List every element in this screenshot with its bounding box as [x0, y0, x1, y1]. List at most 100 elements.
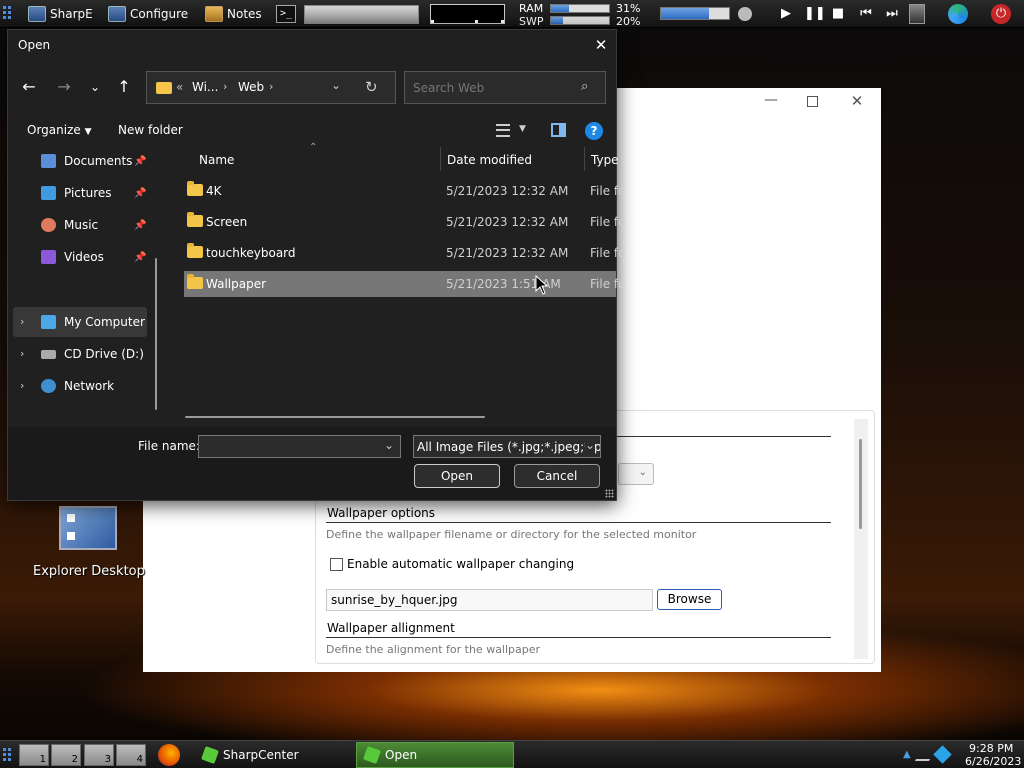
column-divider[interactable]	[440, 147, 441, 171]
app-sharpe-label: SharpE	[50, 7, 93, 21]
swp-meter	[550, 16, 610, 25]
column-header-name[interactable]: Name	[199, 153, 234, 167]
sidebar-item-network[interactable]: Network	[41, 372, 114, 400]
caret-down-icon[interactable]: ▼	[519, 124, 526, 134]
browse-button[interactable]: Browse	[657, 589, 722, 610]
breadcrumb-part1[interactable]: Wi...	[192, 80, 218, 94]
expand-chevron-icon[interactable]: ›	[20, 315, 24, 328]
breadcrumb-part2[interactable]: Web	[238, 80, 264, 94]
workspace-3[interactable]: 3	[84, 744, 114, 766]
speaker-icon[interactable]	[738, 7, 752, 21]
forward-arrow-icon[interactable]: →	[52, 75, 76, 99]
tray-expand-icon[interactable]: ▲	[903, 749, 911, 760]
workspace-1[interactable]: 1	[19, 744, 49, 766]
volume-bar[interactable]	[660, 7, 730, 20]
workspace-2[interactable]: 2	[51, 744, 81, 766]
address-bar[interactable]: « Wi... › Web › ⌄ ↻	[146, 71, 396, 104]
edge-icon[interactable]	[948, 4, 968, 24]
firefox-icon[interactable]	[158, 744, 180, 766]
column-header-date[interactable]: Date modified	[447, 153, 532, 167]
grid-menu-icon[interactable]	[3, 748, 15, 764]
panel-scrollbar[interactable]	[854, 419, 868, 659]
file-name: Screen	[206, 215, 248, 229]
app-configure[interactable]: Configure	[108, 4, 188, 24]
table-row[interactable]: touchkeyboard 5/21/2023 12:32 AM File fo	[184, 240, 625, 266]
new-folder-button[interactable]: New folder	[118, 123, 183, 137]
sidebar-item-label: Videos	[64, 250, 104, 264]
sidebar-item-videos[interactable]: Videos	[41, 243, 104, 271]
expand-chevron-icon[interactable]: ›	[20, 379, 24, 392]
usb-icon[interactable]	[909, 4, 925, 24]
app-notes[interactable]: Notes	[205, 4, 262, 24]
view-options-icon[interactable]	[496, 124, 510, 137]
stop-icon[interactable]: ■	[830, 6, 846, 22]
close-icon[interactable]: ✕	[847, 91, 867, 111]
filetype-select[interactable]: All Image Files (*.jpg;*.jpeg;*.pr ⌄	[413, 435, 601, 458]
monitor-icon	[41, 315, 56, 329]
sidebar-item-label: My Computer	[64, 315, 145, 329]
pictures-icon	[41, 186, 56, 200]
explorer-desktop-label: Explorer Desktop	[33, 564, 145, 579]
explorer-desktop-icon[interactable]	[59, 506, 117, 550]
auto-change-checkbox[interactable]	[330, 558, 343, 571]
grid-menu-icon[interactable]	[3, 6, 15, 22]
terminal-icon[interactable]: >_	[276, 5, 296, 23]
column-header-type[interactable]: Type	[591, 153, 619, 167]
cancel-button[interactable]: Cancel	[514, 464, 600, 488]
expand-chevron-icon[interactable]: ›	[20, 347, 24, 360]
help-icon[interactable]: ?	[585, 122, 603, 140]
monitor-select[interactable]: ⌄	[618, 463, 654, 485]
chevron-down-icon[interactable]: ⌄	[384, 438, 394, 452]
power-icon[interactable]: ⏻	[991, 4, 1011, 24]
cd-drive-icon	[41, 349, 56, 359]
sidebar-item-documents[interactable]: Documents	[41, 147, 132, 175]
previous-icon[interactable]: ⏮	[856, 6, 876, 22]
organize-button[interactable]: Organize ▼	[27, 123, 92, 137]
sidebar-item-pictures[interactable]: Pictures	[41, 179, 112, 207]
up-arrow-icon[interactable]: ↑	[112, 75, 136, 99]
task-sharpcenter[interactable]: SharpCenter	[195, 742, 353, 768]
section-divider	[326, 522, 831, 523]
minimize-icon[interactable]: —	[763, 90, 779, 110]
task-label: SharpCenter	[223, 748, 299, 762]
resize-grip-icon[interactable]	[605, 489, 614, 498]
panel-scrollbar-thumb[interactable]	[859, 439, 862, 529]
filename-input[interactable]: ⌄	[198, 435, 401, 458]
pin-icon[interactable]: 📌	[134, 252, 146, 263]
open-button[interactable]: Open	[414, 464, 500, 488]
app-sharpe[interactable]: SharpE	[28, 4, 93, 24]
wallpaper-filename-input[interactable]: sunrise_by_hquer.jpg	[326, 589, 653, 611]
chevron-down-icon[interactable]: ⌄	[331, 78, 341, 92]
column-divider[interactable]	[584, 147, 585, 171]
search-box[interactable]: ⌕	[404, 71, 606, 104]
table-row[interactable]: Screen 5/21/2023 12:32 AM File fo	[184, 209, 625, 235]
sidebar-item-cd-drive[interactable]: CD Drive (D:)	[41, 340, 144, 368]
task-label: Open	[385, 748, 418, 762]
horizontal-scrollbar[interactable]	[185, 416, 485, 418]
table-row-selected[interactable]: Wallpaper 5/21/2023 1:51 AM File fo	[184, 271, 625, 297]
play-icon[interactable]: ▶	[778, 6, 794, 22]
sidebar-item-music[interactable]: Music	[41, 211, 98, 239]
maximize-icon[interactable]	[807, 96, 818, 107]
pin-icon[interactable]: 📌	[134, 188, 146, 199]
breadcrumb-overflow[interactable]: «	[176, 80, 183, 94]
pin-icon[interactable]: 📌	[134, 220, 146, 231]
sidebar-item-label: Pictures	[64, 186, 112, 200]
next-icon[interactable]: ⏭	[882, 6, 902, 22]
table-row[interactable]: 4K 5/21/2023 12:32 AM File fo	[184, 178, 625, 204]
task-open[interactable]: Open	[356, 742, 514, 768]
sidebar-item-my-computer[interactable]: My Computer	[41, 308, 145, 336]
refresh-icon[interactable]: ↻	[365, 78, 378, 96]
file-name: 4K	[206, 184, 222, 198]
folder-icon	[187, 212, 203, 227]
search-input[interactable]	[411, 79, 576, 97]
mouse-cursor-icon	[535, 274, 549, 295]
sidebar-scrollbar[interactable]	[155, 258, 157, 410]
back-arrow-icon[interactable]: ←	[17, 75, 41, 99]
preview-pane-icon[interactable]	[551, 123, 566, 137]
pause-icon[interactable]: ❚❚	[804, 6, 826, 22]
recent-locations-chevron-icon[interactable]: ⌄	[83, 75, 107, 99]
pin-icon[interactable]: 📌	[134, 156, 146, 167]
close-icon[interactable]: ✕	[590, 34, 612, 56]
workspace-4[interactable]: 4	[116, 744, 146, 766]
